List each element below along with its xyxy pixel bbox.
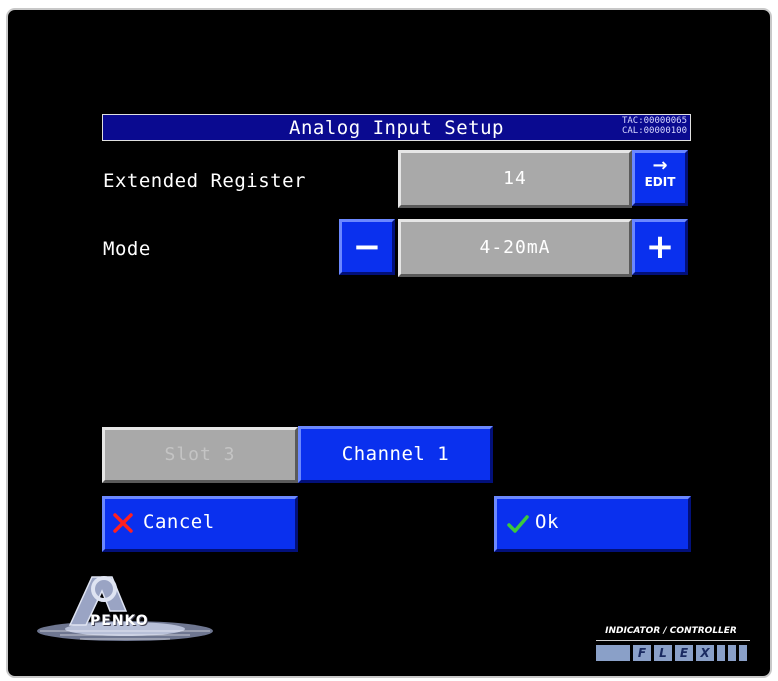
minus-icon: − [352,227,382,267]
flex-letter-e: E [675,645,693,661]
cancel-x-icon [113,513,133,533]
slot-button[interactable]: Slot 3 [102,427,298,483]
flex-logo: F L E X [596,645,747,661]
plus-icon: + [645,227,675,267]
extended-register-label: Extended Register [103,170,306,192]
arrow-right-icon: → [652,155,668,176]
flex-stripe [717,645,725,661]
check-icon [507,515,529,533]
cancel-button[interactable]: Cancel [102,496,298,552]
channel-button[interactable]: Channel 1 [298,426,493,483]
flex-letter-f: F [633,645,651,661]
mode-label: Mode [103,238,151,260]
mode-increment-button[interactable]: + [632,219,688,275]
calibration-codes: TAC:00000065 CAL:00000100 [622,116,687,136]
mode-field[interactable]: 4-20mA [398,219,632,277]
extended-register-field[interactable]: 14 [398,150,632,208]
cancel-button-label: Cancel [143,511,215,533]
ok-button[interactable]: Ok [494,496,691,552]
mode-decrement-button[interactable]: − [339,219,395,275]
penko-logo: PENKO [30,571,215,661]
flex-letter-l: L [654,645,672,661]
cal-code: CAL:00000100 [621,126,687,136]
title-bar: Analog Input Setup TAC:00000065 CAL:0000… [102,114,691,141]
edit-button-label: EDIT [644,175,676,189]
tac-code: TAC:00000065 [621,116,687,126]
flex-letter-x: X [696,645,714,661]
product-divider [596,640,750,641]
ok-button-label: Ok [535,511,559,533]
edit-button[interactable]: → EDIT [632,150,688,206]
flex-stripe [728,645,736,661]
company-name: PENKO [90,613,149,629]
flex-bar-block [596,645,630,661]
page-title: Analog Input Setup [289,117,504,139]
product-branding: INDICATOR / CONTROLLER F L E X [596,626,762,666]
product-line-label: INDICATOR / CONTROLLER [605,626,737,636]
flex-stripe [739,645,747,661]
